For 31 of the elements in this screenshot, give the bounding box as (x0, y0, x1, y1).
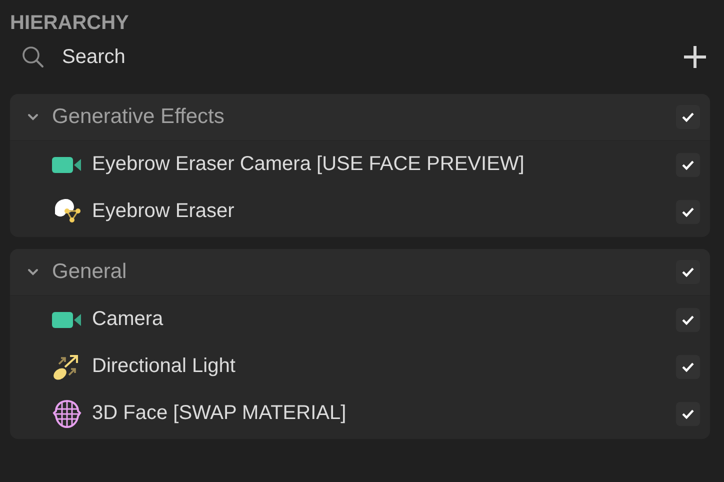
check-icon (681, 360, 695, 372)
visibility-checkbox[interactable] (676, 402, 700, 426)
visibility-checkbox[interactable] (676, 354, 700, 378)
search-field[interactable]: Search (60, 44, 264, 70)
visibility-checkbox[interactable] (676, 105, 700, 129)
group-label: Generative Effects (52, 105, 226, 129)
check-icon (681, 206, 695, 218)
panel-title: HIERARCHY (10, 11, 130, 36)
search-icon (22, 46, 44, 68)
visibility-checkbox[interactable] (676, 152, 700, 176)
check-icon (681, 408, 695, 420)
mesh-icon (52, 398, 82, 428)
visibility-checkbox[interactable] (676, 260, 700, 284)
visibility-checkbox[interactable] (676, 200, 700, 224)
check-icon (681, 158, 695, 170)
chevron-icon[interactable] (26, 267, 40, 277)
object-label[interactable]: Eyebrow Eraser Camera [USE FACE PREVIEW] (92, 153, 676, 176)
object-label[interactable]: Eyebrow Eraser (92, 200, 676, 223)
object-label[interactable]: Directional Light (92, 355, 676, 378)
check-icon (681, 266, 695, 278)
visibility-checkbox[interactable] (676, 308, 700, 332)
chevron-icon[interactable] (26, 112, 40, 122)
object-label[interactable]: Camera (92, 308, 676, 331)
face-mask-icon (52, 198, 82, 224)
video-camera-icon (52, 310, 82, 330)
add-button[interactable] (684, 46, 706, 68)
group-label: General (52, 260, 128, 284)
object-label[interactable]: 3D Face [SWAP MATERIAL] (92, 402, 676, 425)
video-camera-icon (52, 154, 82, 174)
check-icon (681, 314, 695, 326)
check-icon (681, 111, 695, 123)
